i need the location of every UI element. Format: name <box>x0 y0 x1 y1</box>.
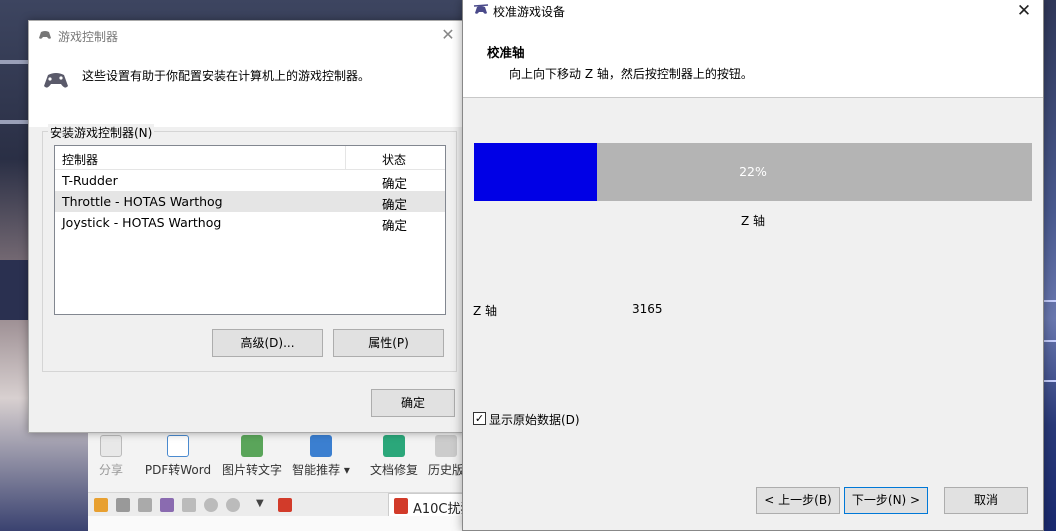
gamepad-icon <box>473 4 489 14</box>
controller-name: T-Rudder <box>62 173 118 188</box>
ribbon-label: 历史版 <box>427 463 464 477</box>
list-header: 控制器 状态 <box>55 146 445 170</box>
ok-button[interactable]: 确定 <box>371 389 455 417</box>
controller-status: 确定 <box>382 197 408 212</box>
wizard-header: 校准轴 向上向下移动 Z 轴，然后按控制器上的按钮。 <box>463 22 1043 98</box>
list-item[interactable]: Joystick - HOTAS Warthog 确定 <box>55 212 445 233</box>
header-area: 这些设置有助于你配置安装在计算机上的游戏控制器。 <box>29 49 464 127</box>
ribbon-label: 文档修复 <box>369 463 418 477</box>
show-raw-data-checkbox[interactable]: ✓ <box>473 412 486 425</box>
close-icon[interactable]: ✕ <box>438 25 458 45</box>
chevron-down-icon[interactable]: ▼ <box>256 498 270 512</box>
gamepad-icon <box>39 31 51 39</box>
title-bar[interactable]: 游戏控制器 ✕ <box>29 21 464 49</box>
ribbon-history[interactable]: 历史版 <box>426 435 466 478</box>
print-icon[interactable] <box>160 498 174 512</box>
ribbon-label: PDF转Word <box>144 463 212 477</box>
group-label: 安装游戏控制器(N) <box>48 124 155 141</box>
axis-progress-bar: 22% <box>474 143 1032 201</box>
history-icon <box>435 435 457 457</box>
doc-repair-icon <box>383 435 405 457</box>
ribbon-label: 分享 <box>98 463 123 477</box>
column-header-status[interactable]: 状态 <box>382 151 406 168</box>
controllers-list[interactable]: 控制器 状态 T-Rudder 确定 Throttle - HOTAS Wart… <box>54 145 446 315</box>
pdf-file-icon <box>394 498 408 514</box>
calibration-window: 校准游戏设备 ✕ 校准轴 向上向下移动 Z 轴，然后按控制器上的按钮。 22% … <box>462 0 1044 531</box>
game-controllers-window: 游戏控制器 ✕ 这些设置有助于你配置安装在计算机上的游戏控制器。 安装游戏控制器… <box>28 20 465 433</box>
list-item[interactable]: Throttle - HOTAS Warthog 确定 <box>55 191 445 212</box>
close-icon[interactable]: ✕ <box>1013 0 1035 22</box>
header-description: 这些设置有助于你配置安装在计算机上的游戏控制器。 <box>82 69 371 83</box>
window-title: 游戏控制器 <box>58 30 119 44</box>
pdf-to-word-icon <box>167 435 189 457</box>
wizard-heading: 校准轴 <box>487 45 525 60</box>
bg-stripe <box>0 120 30 124</box>
ribbon-pdf-to-word[interactable]: PDF转Word <box>142 435 214 478</box>
column-header-controller[interactable]: 控制器 <box>62 151 98 168</box>
raw-data-label: Z 轴 <box>473 304 498 318</box>
raw-data-value: 3165 <box>632 302 663 316</box>
document-area <box>88 516 468 531</box>
preview-icon[interactable] <box>182 498 196 512</box>
gamepad-icon <box>44 73 68 88</box>
ribbon-smart-recommend[interactable]: 智能推荐 ▾ <box>290 435 352 478</box>
list-item[interactable]: T-Rudder 确定 <box>55 170 445 191</box>
share-icon <box>100 435 122 457</box>
ribbon-label: 智能推荐 ▾ <box>292 463 350 477</box>
bg-stripe <box>0 260 28 320</box>
wizard-instruction: 向上向下移动 Z 轴，然后按控制器上的按钮。 <box>509 67 753 81</box>
save-icon[interactable] <box>116 498 130 512</box>
controller-status: 确定 <box>382 176 408 191</box>
axis-progress-label: 22% <box>739 164 767 179</box>
controller-name: Joystick - HOTAS Warthog <box>62 215 222 230</box>
controller-status: 确定 <box>382 218 408 233</box>
background-app-ribbon: 分享 PDF转Word 图片转文字 智能推荐 ▾ 文档修复 历史版 <box>88 432 468 492</box>
title-bar[interactable]: 校准游戏设备 ✕ <box>463 0 1043 22</box>
column-separator[interactable] <box>345 146 346 170</box>
window-title: 校准游戏设备 <box>493 5 566 19</box>
export-icon[interactable] <box>138 498 152 512</box>
smart-recommend-icon <box>310 435 332 457</box>
bg-stripe <box>0 60 30 64</box>
ribbon-label: 图片转文字 <box>221 463 282 477</box>
axis-caption: Z 轴 <box>740 214 766 228</box>
ribbon-share[interactable]: 分享 <box>96 435 126 478</box>
undo-icon[interactable] <box>204 498 218 512</box>
back-button[interactable]: < 上一步(B) <box>756 487 840 514</box>
open-folder-icon[interactable] <box>94 498 108 512</box>
ribbon-doc-repair[interactable]: 文档修复 <box>368 435 420 478</box>
image-to-text-icon <box>241 435 263 457</box>
cancel-button[interactable]: 取消 <box>944 487 1028 514</box>
next-button[interactable]: 下一步(N) > <box>844 487 928 514</box>
advanced-button[interactable]: 高级(D)... <box>212 329 323 357</box>
properties-button[interactable]: 属性(P) <box>333 329 444 357</box>
ribbon-image-to-text[interactable]: 图片转文字 <box>219 435 285 478</box>
redo-icon[interactable] <box>226 498 240 512</box>
show-raw-data-label[interactable]: 显示原始数据(D) <box>489 411 580 428</box>
controller-name: Throttle - HOTAS Warthog <box>62 194 223 209</box>
wps-logo-icon <box>278 498 292 512</box>
quick-access-bar: ▼ A10C扰猪杆使用介绍.pdf <box>88 492 554 517</box>
